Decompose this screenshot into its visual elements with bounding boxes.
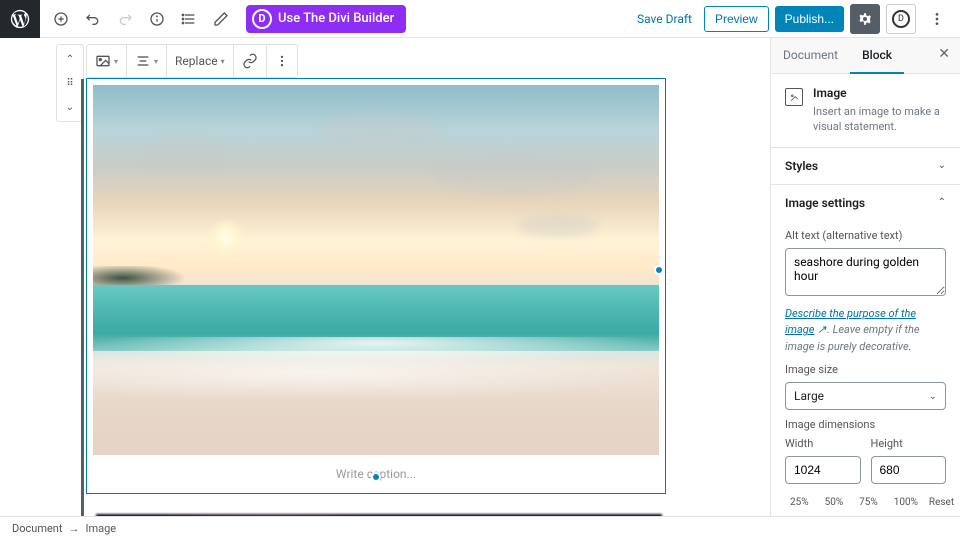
topbar-right: Save Draft Preview Publish... D bbox=[631, 4, 960, 34]
breadcrumb-separator: → bbox=[68, 522, 79, 535]
scale-presets: 25% 50% 75% 100% Reset bbox=[785, 494, 946, 511]
align-icon[interactable]: ▾ bbox=[127, 53, 166, 69]
section-image-settings[interactable]: Image settings ⌃ bbox=[771, 184, 960, 221]
image-size-label: Image size bbox=[785, 363, 946, 376]
image-block-icon bbox=[785, 88, 803, 106]
wordpress-logo[interactable] bbox=[0, 0, 40, 38]
sidebar-tabs: Document Block ✕ bbox=[771, 38, 960, 74]
link-icon[interactable] bbox=[234, 53, 266, 69]
outline-icon[interactable] bbox=[174, 4, 204, 34]
edit-icon[interactable] bbox=[206, 4, 236, 34]
preview-button[interactable]: Preview bbox=[704, 6, 769, 32]
caption-input[interactable]: Write caption... bbox=[93, 455, 659, 487]
width-input[interactable] bbox=[785, 456, 861, 484]
info-icon[interactable] bbox=[142, 4, 172, 34]
settings-sidebar: Document Block ✕ Image Insert an image t… bbox=[770, 38, 960, 516]
publish-button[interactable]: Publish... bbox=[775, 6, 844, 32]
breadcrumb-document[interactable]: Document bbox=[12, 522, 62, 535]
scale-100[interactable]: 100% bbox=[889, 494, 923, 511]
editor-toolbar bbox=[40, 4, 242, 34]
block-selection-bar bbox=[81, 79, 84, 516]
image-block[interactable]: Write caption... bbox=[86, 78, 666, 494]
alt-text-input[interactable] bbox=[785, 248, 946, 296]
block-type-icon[interactable]: ▾ bbox=[87, 53, 126, 69]
scale-25[interactable]: 25% bbox=[785, 494, 814, 511]
scrollbar-thumb[interactable] bbox=[770, 248, 771, 378]
drag-handle-icon[interactable]: ⠿ bbox=[60, 73, 80, 93]
replace-button[interactable]: Replace ▾ bbox=[167, 54, 233, 68]
undo-icon[interactable] bbox=[78, 4, 108, 34]
add-block-icon[interactable] bbox=[46, 4, 76, 34]
scale-75[interactable]: 75% bbox=[854, 494, 883, 511]
chevron-down-icon: ⌄ bbox=[938, 160, 946, 171]
image-size-select[interactable]: Large ⌄ bbox=[785, 382, 946, 410]
chevron-up-icon: ⌃ bbox=[938, 197, 946, 208]
resize-handle-right[interactable] bbox=[654, 265, 664, 275]
more-menu-icon[interactable] bbox=[922, 4, 952, 34]
replace-label: Replace bbox=[175, 54, 218, 68]
reset-button[interactable]: Reset bbox=[929, 497, 954, 508]
section-styles-label: Styles bbox=[785, 159, 818, 173]
height-label: Height bbox=[871, 437, 947, 450]
height-input[interactable] bbox=[871, 456, 947, 484]
block-more-icon[interactable] bbox=[267, 54, 297, 68]
block-description: Insert an image to make a visual stateme… bbox=[813, 104, 946, 135]
chevron-down-icon: ⌄ bbox=[929, 391, 937, 402]
move-down-icon[interactable]: ⌄ bbox=[60, 97, 80, 117]
image-content[interactable] bbox=[93, 85, 659, 455]
external-link-icon: ↗ bbox=[817, 322, 827, 332]
block-mover: ⌃ ⠿ ⌄ bbox=[56, 44, 84, 122]
block-info-panel: Image Insert an image to make a visual s… bbox=[771, 74, 960, 147]
redo-icon bbox=[110, 4, 140, 34]
tab-document[interactable]: Document bbox=[771, 38, 850, 73]
move-up-icon[interactable]: ⌃ bbox=[60, 49, 80, 69]
breadcrumb-image[interactable]: Image bbox=[85, 522, 116, 535]
alt-text-label: Alt text (alternative text) bbox=[785, 229, 946, 242]
settings-icon[interactable] bbox=[850, 4, 880, 34]
block-toolbar: ▾ ▾ Replace ▾ bbox=[86, 44, 298, 78]
section-styles[interactable]: Styles ⌄ bbox=[771, 147, 960, 184]
image-size-value: Large bbox=[794, 389, 824, 403]
main: ⌃ ⠿ ⌄ ▾ ▾ Replace ▾ bbox=[0, 38, 960, 516]
breadcrumb-footer: Document → Image bbox=[0, 516, 960, 540]
divi-builder-button[interactable]: D Use The Divi Builder bbox=[246, 5, 406, 33]
topbar: D Use The Divi Builder Save Draft Previe… bbox=[0, 0, 960, 38]
width-label: Width bbox=[785, 437, 861, 450]
scale-50[interactable]: 50% bbox=[820, 494, 849, 511]
resize-handle-bottom[interactable] bbox=[371, 472, 381, 482]
tab-block[interactable]: Block bbox=[850, 38, 904, 74]
section-image-settings-label: Image settings bbox=[785, 196, 865, 210]
image-dimensions-label: Image dimensions bbox=[785, 418, 946, 431]
image-settings-body: Alt text (alternative text) Describe the… bbox=[771, 229, 960, 516]
block-title: Image bbox=[813, 86, 946, 100]
divi-logo-icon: D bbox=[252, 9, 272, 29]
divi-builder-label: Use The Divi Builder bbox=[278, 11, 394, 26]
alt-text-help: Describe the purpose of the image ↗. Lea… bbox=[785, 306, 946, 356]
editor-area: ⌃ ⠿ ⌄ ▾ ▾ Replace ▾ bbox=[0, 38, 770, 516]
divi-small-icon[interactable]: D bbox=[886, 4, 916, 34]
close-sidebar-icon[interactable]: ✕ bbox=[928, 38, 960, 73]
save-draft-link[interactable]: Save Draft bbox=[631, 12, 698, 26]
